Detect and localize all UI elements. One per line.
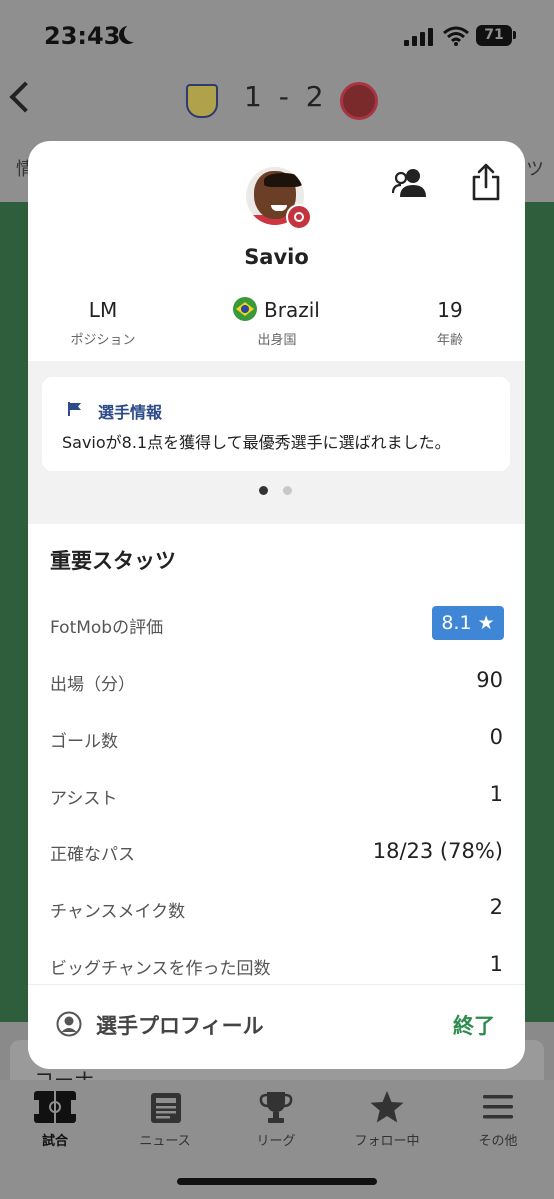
stat-value-assists: 1 (489, 782, 503, 806)
rating-badge: 8.1 ★ (432, 606, 504, 640)
close-button[interactable]: 終了 (453, 1010, 495, 1040)
share-icon[interactable] (468, 163, 504, 201)
tab-partial-right[interactable]: ツ (526, 155, 544, 181)
home-indicator[interactable] (177, 1178, 377, 1185)
cellular-signal-icon (404, 28, 434, 46)
moon-icon (124, 24, 142, 42)
age-label: 年齢 (436, 333, 463, 348)
stat-label-big-chances: ビッグチャンスを作った回数 (50, 959, 271, 979)
match-score: 1 - 2 (244, 80, 328, 113)
stats-title: 重要スタッツ (50, 549, 176, 573)
stat-value-chances: 2 (489, 895, 503, 919)
stat-label-assists: アシスト (50, 789, 118, 809)
news-icon (151, 1093, 181, 1123)
insight-title: 選手情報 (98, 403, 163, 422)
trophy-icon (259, 1092, 293, 1123)
position-label: ポジション (70, 333, 136, 348)
stat-value-minutes: 90 (476, 668, 503, 692)
flag-icon (68, 402, 81, 416)
rating-label: FotMobの評価 (50, 618, 164, 638)
player-profile-button[interactable]: 選手プロフィール (96, 1010, 264, 1040)
team-badge-icon (286, 204, 312, 230)
avatar-mouth (271, 205, 287, 211)
nav-matches[interactable]: 試合 (0, 1130, 110, 1149)
age-value: 19 (437, 298, 463, 322)
profile-icon (56, 1011, 82, 1037)
player-name: Savio (244, 245, 309, 269)
follow-player-icon[interactable] (392, 167, 432, 199)
stat-label-goals: ゴール数 (50, 732, 118, 752)
nav-more[interactable]: その他 (443, 1130, 553, 1149)
battery-tip (513, 31, 516, 39)
insight-card[interactable]: 選手情報 Savioが8.1点を獲得して最優秀選手に選ばれました。 (42, 377, 510, 471)
home-team-crest-icon (186, 84, 218, 118)
wifi-icon (443, 26, 469, 46)
insight-text: Savioが8.1点を獲得して最優秀選手に選ばれました。 (62, 433, 451, 452)
page-dot[interactable] (283, 486, 292, 495)
battery-indicator: 71 (476, 25, 512, 46)
away-team-crest-icon (340, 82, 378, 120)
country-value: Brazil (264, 298, 320, 322)
pitch-icon (34, 1091, 76, 1123)
nav-following[interactable]: フォロー中 (332, 1130, 442, 1149)
nav-news[interactable]: ニュース (110, 1130, 220, 1149)
status-time: 23:43 (44, 22, 121, 50)
brazil-flag-icon (233, 297, 257, 321)
page-dot-active[interactable] (259, 486, 268, 495)
menu-icon (483, 1095, 513, 1119)
position-value: LM (88, 298, 118, 322)
country-label: 出身国 (257, 333, 297, 348)
stat-label-chances: チャンスメイク数 (50, 902, 186, 922)
stat-value-goals: 0 (489, 725, 503, 749)
stat-value-big-chances: 1 (489, 952, 503, 976)
avatar-hair (264, 173, 302, 187)
stat-label-passes: 正確なパス (50, 845, 135, 865)
nav-leagues[interactable]: リーグ (221, 1130, 331, 1149)
stat-label-minutes: 出場（分） (50, 675, 135, 695)
footer-divider (28, 984, 525, 985)
star-icon (370, 1091, 404, 1123)
player-sheet: Savio LM ポジション Brazil 出身国 19 年齢 選手情報 Sav… (28, 141, 525, 1069)
stat-value-passes: 18/23 (78%) (372, 839, 503, 863)
